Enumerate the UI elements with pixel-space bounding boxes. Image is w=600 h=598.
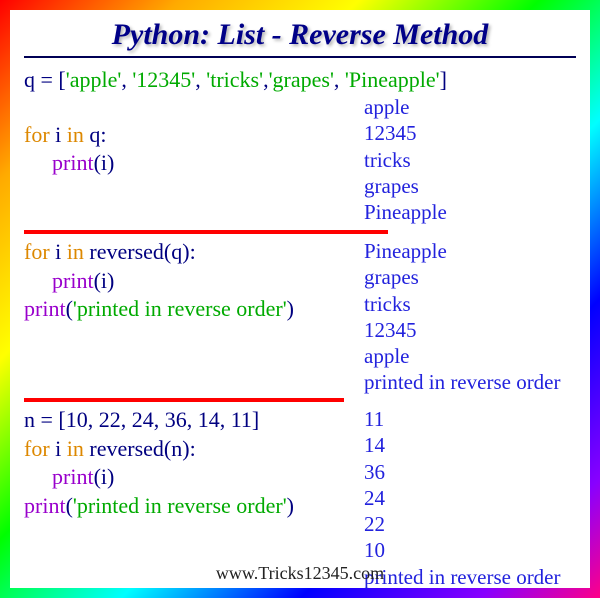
for-loop-2: for i in reversed(q): [24,238,294,267]
out-line: 14 [364,432,561,458]
paren-open: ( [66,493,73,518]
for-kw: for [24,436,55,461]
out-line: printed in reverse order [364,369,561,394]
divider-2 [24,398,344,402]
print-kw: print [52,150,94,175]
print-str: 'printed in reverse order' [73,296,287,321]
assign-n: n = [10, 22, 24, 36, 14, 11] [24,406,294,435]
print-kw: print [24,296,66,321]
str-grapes: 'grapes' [269,67,334,92]
print-msg-3: print('printed in reverse order') [24,492,294,521]
comma: , [334,67,345,92]
i-var: i [55,239,67,264]
out-line: 12345 [364,317,561,343]
str-pineapple: 'Pineapple' [345,67,440,92]
str-12345: '12345' [132,67,195,92]
comma: , [195,67,206,92]
out-line: 36 [364,459,561,485]
var-q: q = [ [24,67,66,92]
paren-close: ) [287,296,294,321]
output-1: apple 12345 tricks grapes Pineapple [364,94,447,225]
section-2: for i in reversed(q): print(i) print('pr… [24,238,576,394]
out-line: tricks [364,291,561,317]
comma: , [121,67,132,92]
for-kw: for [24,122,55,147]
i-var: i [55,436,67,461]
divider-1 [24,230,388,234]
out-line: Pineapple [364,199,447,225]
in-kw: in [67,122,84,147]
rev-call: reversed(n): [84,436,196,461]
print-i-2: print(i) [24,267,294,296]
footer-url: www.Tricks12345.com [10,563,590,584]
print-i: (i) [94,268,115,293]
out-line: apple [364,94,447,120]
print-msg-2: print('printed in reverse order') [24,295,294,324]
in-kw: in [67,239,84,264]
section-1: q = ['apple', '12345', 'tricks','grapes'… [24,66,576,226]
print-str: 'printed in reverse order' [73,493,287,518]
out-line: Pineapple [364,238,561,264]
print-arg: (i) [94,150,115,175]
for-kw: for [24,239,55,264]
out-line: tricks [364,147,447,173]
print-i-3: print(i) [24,463,294,492]
rev-call: reversed(q): [84,239,196,264]
str-apple: 'apple' [66,67,122,92]
print-kw: print [24,493,66,518]
str-tricks: 'tricks' [206,67,263,92]
out-line: 10 [364,537,561,563]
in-kw: in [67,436,84,461]
out-line: 12345 [364,120,447,146]
paren-close: ) [287,493,294,518]
print-kw: print [52,464,94,489]
q-loop: q: [84,122,107,147]
code-block-2: for i in reversed(q): print(i) print('pr… [24,238,294,324]
n-items: 10, 22, 24, 36, 14, 11 [66,407,252,432]
out-line: 11 [364,406,561,432]
output-2: Pineapple grapes tricks 12345 apple prin… [364,238,561,394]
out-line: grapes [364,173,447,199]
for-loop-3: for i in reversed(n): [24,435,294,464]
out-line: apple [364,343,561,369]
print-i: (i) [94,464,115,489]
var-n: n = [ [24,407,66,432]
out-line: 24 [364,485,561,511]
paren-open: ( [66,296,73,321]
page-title: Python: List - Reverse Method [24,18,576,58]
close-bracket: ] [440,67,447,92]
print-kw: print [52,268,94,293]
i-var: i [55,122,67,147]
page-container: Python: List - Reverse Method q = ['appl… [10,10,590,588]
assign-q: q = ['apple', '12345', 'tricks','grapes'… [24,66,447,95]
out-line: 22 [364,511,561,537]
code-block-3: n = [10, 22, 24, 36, 14, 11] for i in re… [24,406,294,520]
out-line: grapes [364,264,561,290]
close-bracket: ] [252,407,259,432]
